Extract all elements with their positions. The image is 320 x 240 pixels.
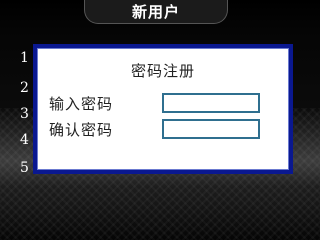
menu-item-number-3[interactable]: 3 bbox=[20, 106, 32, 122]
enter-password-input[interactable] bbox=[162, 93, 260, 113]
device-screen: 新用户 1 2 3 4 5 密码注册 输入密码 确认密码 bbox=[0, 0, 320, 240]
header-title-pill: 新用户 bbox=[84, 0, 228, 24]
enter-password-label: 输入密码 bbox=[49, 95, 114, 113]
menu-item-number-5[interactable]: 5 bbox=[20, 160, 32, 176]
menu-item-number-1[interactable]: 1 bbox=[20, 50, 32, 66]
page-title: 新用户 bbox=[131, 3, 180, 21]
dialog-title: 密码注册 bbox=[130, 62, 195, 80]
menu-item-number-4[interactable]: 4 bbox=[20, 132, 32, 148]
confirm-password-input[interactable] bbox=[162, 119, 260, 139]
menu-item-number-2[interactable]: 2 bbox=[20, 80, 32, 96]
confirm-password-label: 确认密码 bbox=[49, 121, 114, 139]
password-register-dialog: 密码注册 输入密码 确认密码 bbox=[33, 44, 293, 174]
